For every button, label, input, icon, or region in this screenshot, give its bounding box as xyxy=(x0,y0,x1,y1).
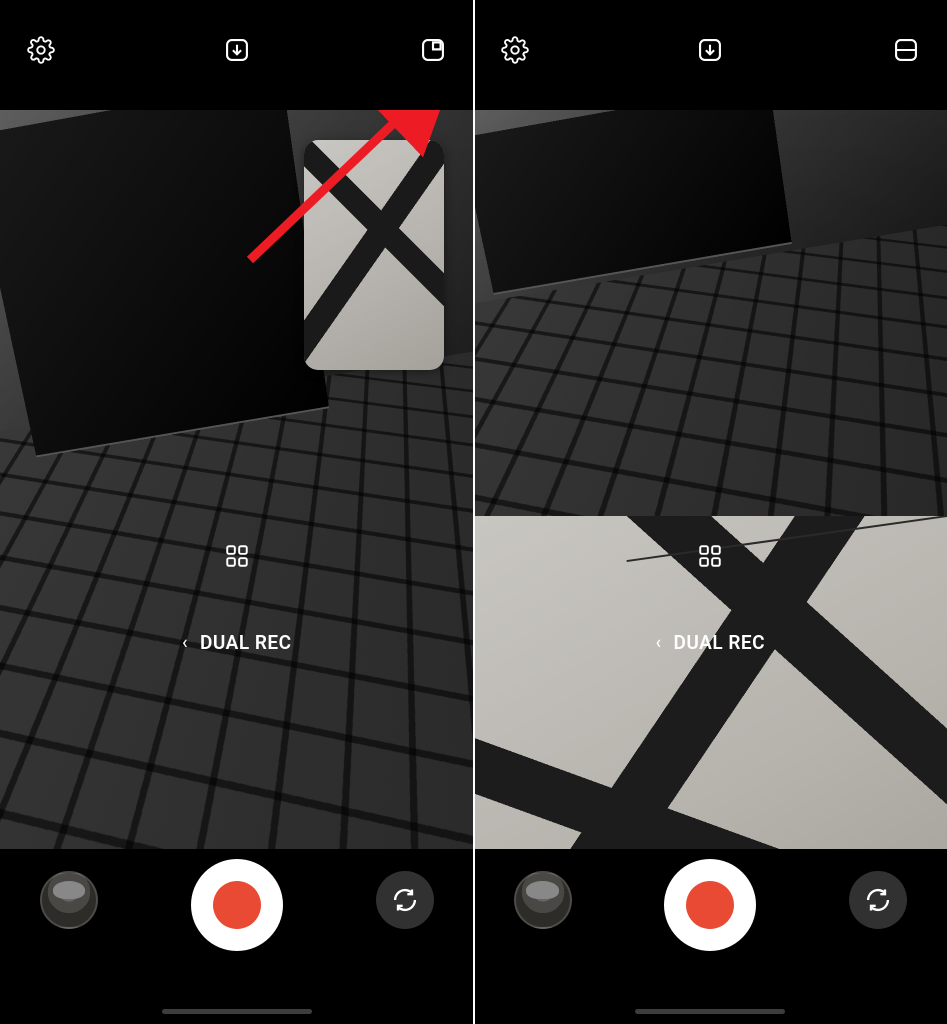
gallery-thumbnail[interactable] xyxy=(514,871,572,929)
download-icon[interactable] xyxy=(222,35,252,65)
camera-viewfinder[interactable]: ‹ DUAL REC xyxy=(0,110,474,849)
mode-selector[interactable]: ‹ DUAL REC xyxy=(0,631,474,654)
gallery-thumbnail[interactable] xyxy=(40,871,98,929)
bottom-toolbar xyxy=(474,849,947,1024)
rear-camera-feed xyxy=(474,110,947,516)
chevron-left-icon: ‹ xyxy=(182,632,188,653)
switch-camera-button[interactable] xyxy=(849,871,907,929)
camera-viewfinder[interactable]: ‹ DUAL REC xyxy=(474,110,947,849)
front-camera-pip-overlay[interactable] xyxy=(304,140,444,370)
pip-layout-icon[interactable] xyxy=(418,35,448,65)
mode-label: DUAL REC xyxy=(674,631,766,654)
bottom-toolbar xyxy=(0,849,474,1024)
camera-screen-pip-layout: ‹ DUAL REC xyxy=(0,0,474,1024)
screenshot-divider xyxy=(473,0,475,1024)
top-toolbar xyxy=(474,0,947,110)
grid-apps-icon[interactable] xyxy=(224,543,250,569)
record-button[interactable] xyxy=(664,859,756,951)
mode-selector[interactable]: ‹ DUAL REC xyxy=(474,631,947,654)
camera-screen-split-layout: ‹ DUAL REC xyxy=(474,0,947,1024)
switch-camera-button[interactable] xyxy=(376,871,434,929)
record-button[interactable] xyxy=(191,859,283,951)
mode-label: DUAL REC xyxy=(200,631,292,654)
home-indicator[interactable] xyxy=(635,1009,785,1014)
settings-icon[interactable] xyxy=(26,35,56,65)
chevron-left-icon: ‹ xyxy=(655,632,661,653)
split-layout-icon[interactable] xyxy=(891,35,921,65)
grid-apps-icon[interactable] xyxy=(697,543,723,569)
home-indicator[interactable] xyxy=(162,1009,312,1014)
settings-icon[interactable] xyxy=(500,35,530,65)
download-icon[interactable] xyxy=(695,35,725,65)
top-toolbar xyxy=(0,0,474,110)
